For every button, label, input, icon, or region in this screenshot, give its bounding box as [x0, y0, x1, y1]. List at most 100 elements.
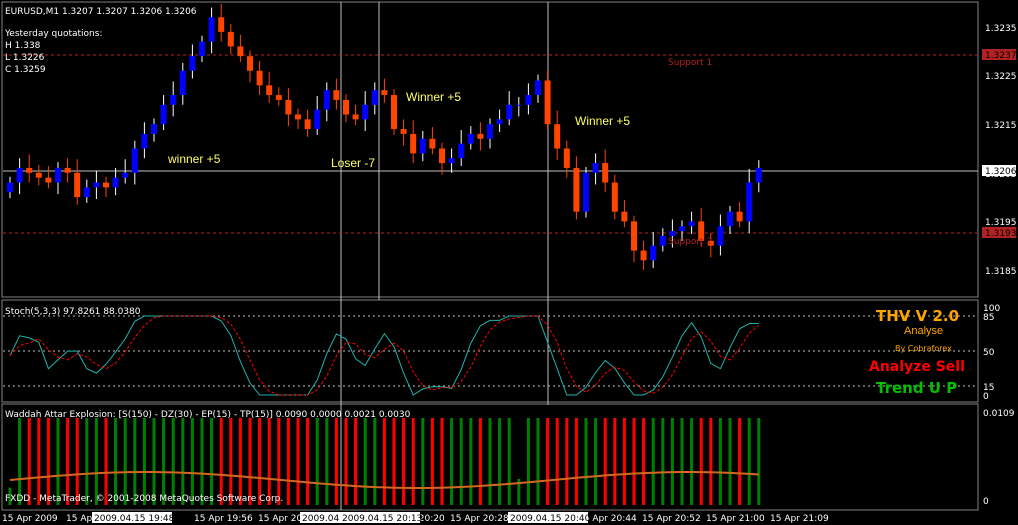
waddah-bar: [306, 418, 310, 505]
candle-body: [458, 143, 465, 159]
candle-body: [208, 17, 215, 42]
candle-body: [544, 80, 551, 125]
waddah-bar: [56, 418, 60, 505]
candle-body: [35, 172, 42, 178]
waddah-bar: [661, 418, 665, 505]
cursor-time: 2009.04.15 20:13: [342, 514, 422, 524]
candle-body: [266, 85, 273, 96]
candle-body: [506, 104, 513, 120]
waddah-bar: [277, 418, 281, 505]
waddah-bar: [574, 418, 578, 505]
waddah-bar: [18, 418, 22, 505]
candle-body: [525, 95, 532, 105]
waddah-bar: [402, 418, 406, 505]
candle-body: [611, 182, 618, 212]
waddah-bar: [382, 418, 386, 505]
waddah-bar: [584, 418, 588, 505]
waddah-bar: [123, 418, 127, 505]
stoch-header: Stoch(5,3,3) 97.8261 88.0380: [5, 307, 141, 317]
candle-body: [755, 167, 762, 183]
waddah-bar: [200, 418, 204, 505]
support-1-label: Support 1: [668, 58, 712, 68]
time-label: 15 Apr 20:52: [642, 514, 701, 524]
waddah-bar: [171, 418, 175, 505]
waddah-bar: [526, 418, 530, 505]
thv-trend: Trend U P: [876, 379, 957, 397]
horizontal-lines: [3, 54, 978, 387]
time-label: 15 Apr 2009: [2, 514, 58, 524]
candle-body: [679, 226, 685, 232]
waddah-bar: [104, 418, 108, 505]
waddah-bar: [632, 418, 636, 505]
waddah-bar: [430, 418, 434, 505]
waddah-bar: [363, 418, 367, 505]
cursor-time: 2009.04.15 19:48: [94, 514, 175, 524]
support-2-price: 1.3193: [985, 229, 1017, 239]
stoch-axis: 100 85 50 15 0: [983, 304, 1000, 402]
candle-body: [151, 124, 157, 134]
candle-body: [669, 231, 676, 236]
waddah-bars: [8, 418, 761, 505]
waddah-tick: 0: [983, 497, 989, 507]
candle-body: [746, 182, 753, 222]
thv-credit: By Cobraforex: [895, 344, 952, 353]
candle-body: [487, 124, 493, 139]
candle-body: [717, 226, 724, 246]
waddah-bar: [757, 418, 761, 505]
waddah-bar: [162, 418, 166, 505]
stoch-tick: 50: [983, 348, 995, 358]
candle-body: [247, 56, 253, 71]
waddah-bar: [75, 418, 79, 505]
waddah-bar: [27, 418, 31, 505]
waddah-bar: [334, 418, 338, 505]
candle-body: [295, 114, 301, 120]
thv-title: THV V 2.0: [876, 307, 959, 325]
waddah-bar: [152, 418, 156, 505]
candle-body: [314, 109, 321, 130]
thv-signal: Analyze Sell: [869, 359, 965, 375]
waddah-bar: [440, 418, 444, 505]
candle-body: [74, 172, 81, 198]
candle-body: [189, 56, 196, 71]
waddah-bar: [718, 418, 722, 505]
waddah-bar: [133, 418, 137, 505]
waddah-bar: [450, 418, 454, 505]
candle-body: [131, 148, 138, 173]
candle-body: [237, 46, 244, 57]
candle-body: [688, 221, 695, 227]
candle-body: [535, 80, 541, 96]
candle-body: [64, 167, 71, 173]
time-axis: 15 Apr 2009 15 Apr 19:48 15 Apr 19:56 15…: [2, 512, 829, 524]
waddah-tick: 0.0109: [983, 409, 1015, 419]
waddah-bar: [37, 418, 41, 505]
price-tick: 1.3195: [985, 218, 1017, 228]
candle-body: [515, 104, 522, 106]
waddah-bar: [555, 418, 559, 505]
candle-body: [631, 221, 637, 251]
candle-body: [304, 119, 311, 130]
waddah-bar: [219, 418, 223, 505]
waddah-bar: [190, 418, 194, 505]
candle-body: [285, 99, 292, 115]
yesterday-close: C 1.3259: [5, 65, 46, 75]
candle-body: [256, 70, 263, 86]
stochastic-lines: [9, 315, 760, 396]
current-price: 1.3206: [985, 167, 1017, 177]
waddah-bar: [670, 418, 674, 505]
candle-body: [160, 104, 167, 125]
candle-body: [621, 211, 628, 222]
candle-body: [26, 167, 33, 173]
candle-body: [563, 148, 570, 168]
waddah-bar: [680, 418, 684, 505]
waddah-bar: [344, 418, 348, 505]
waddah-bar: [728, 418, 732, 505]
main-pane-frame: [1, 1, 979, 298]
candle-body: [218, 17, 225, 32]
time-label: 15 Apr 19:56: [194, 514, 253, 524]
waddah-bar: [85, 418, 89, 505]
waddah-bar: [210, 418, 214, 505]
waddah-bar: [613, 418, 617, 505]
annotation-winner-2: Winner +5: [406, 90, 461, 104]
waddah-bar: [651, 418, 655, 505]
candle-body: [477, 133, 484, 139]
